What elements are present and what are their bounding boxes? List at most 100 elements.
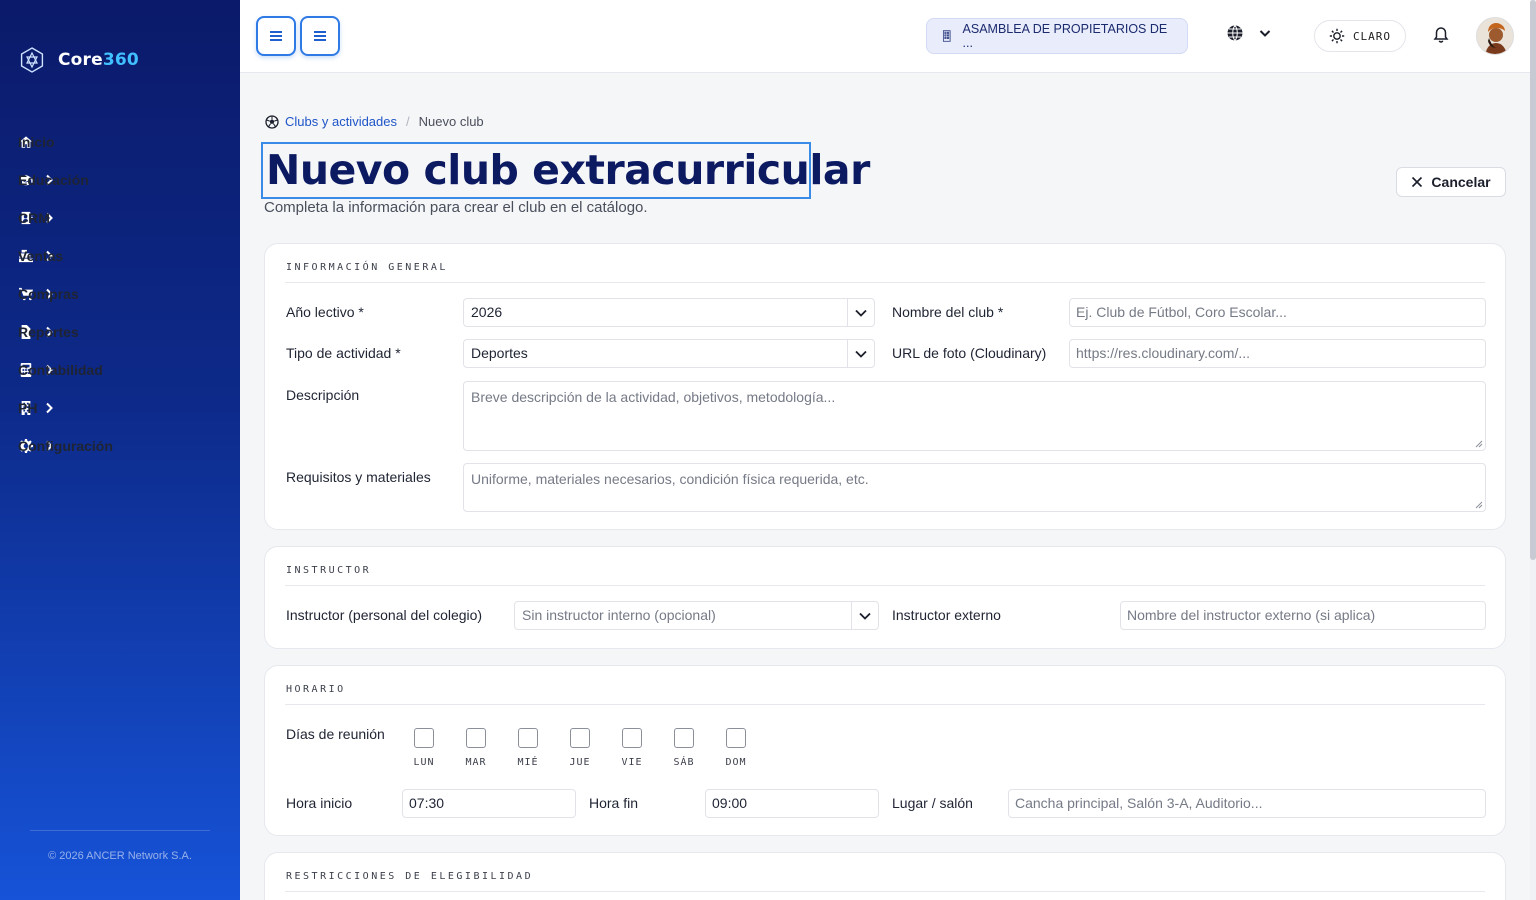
copyright: © 2026 ANCER Network S.A.	[48, 850, 192, 862]
day-label: MAR	[465, 757, 487, 768]
location-input[interactable]: Cancha principal, Salón 3-A, Auditorio..…	[1008, 789, 1486, 818]
day-label: JUE	[569, 757, 591, 768]
toggle-sidebar-button[interactable]	[256, 16, 296, 56]
sidebar-item-configuracion[interactable]: Configuración	[0, 427, 240, 465]
checkbox[interactable]	[414, 728, 434, 748]
checkbox[interactable]	[726, 728, 746, 748]
activity-type-value: Deportes	[471, 345, 528, 361]
day-checkbox-dom[interactable]: DOM	[716, 728, 756, 768]
breadcrumb-clubs-link[interactable]: Clubs y actividades	[285, 114, 397, 129]
breadcrumb-separator: /	[406, 114, 410, 129]
day-label: LUN	[413, 757, 435, 768]
external-instructor-input[interactable]: Nombre del instructor externo (si aplica…	[1120, 601, 1486, 630]
chevron-down-icon	[1259, 30, 1271, 37]
section-title: INSTRUCTOR	[286, 565, 372, 576]
checkbox[interactable]	[466, 728, 486, 748]
globe-icon	[1227, 25, 1243, 41]
section-title: HORARIO	[286, 684, 346, 695]
avatar[interactable]	[1476, 17, 1514, 55]
section-divider	[285, 704, 1485, 705]
resize-handle-icon[interactable]	[1475, 440, 1483, 448]
year-value: 2026	[471, 304, 503, 320]
instructor-card: INSTRUCTOR Instructor (personal del cole…	[264, 546, 1506, 649]
internal-instructor-select[interactable]: Sin instructor interno (opcional)	[514, 601, 879, 630]
page-subtitle: Completa la información para crear el cl…	[264, 199, 648, 216]
description-textarea[interactable]: Breve descripción de la actividad, objet…	[463, 381, 1486, 451]
schedule-card: HORARIO Días de reunión LUN MAR MIÉ JUE …	[264, 665, 1506, 836]
user-photo	[1477, 18, 1513, 54]
cancel-button[interactable]: Cancelar	[1396, 167, 1506, 197]
location-label: Lugar / salón	[892, 795, 973, 811]
activity-type-select[interactable]: Deportes	[463, 339, 875, 368]
checkbox[interactable]	[518, 728, 538, 748]
sidebar-item-label: Compras	[18, 286, 79, 302]
chevron-right-icon	[46, 402, 53, 414]
sun-icon	[1329, 28, 1345, 44]
language-selector[interactable]	[1226, 24, 1272, 42]
organization-name: ASAMBLEA DE PROPIETARIOS DE ...	[962, 22, 1168, 50]
sidebar-item-label: PH	[18, 400, 38, 416]
section-title: INFORMACIÓN GENERAL	[286, 262, 448, 273]
logo-icon	[20, 47, 44, 73]
day-label: VIE	[621, 757, 643, 768]
scrollbar-thumb[interactable]	[1530, 0, 1536, 560]
activity-type-label: Tipo de actividad *	[286, 345, 401, 361]
sidebar-item-compras[interactable]: Compras	[0, 275, 240, 313]
day-checkbox-lun[interactable]: LUN	[404, 728, 444, 768]
bell-icon[interactable]	[1432, 26, 1450, 44]
brand-name: Core360	[58, 50, 139, 70]
year-select[interactable]: 2026	[463, 298, 875, 327]
eligibility-card: RESTRICCIONES DE ELEGIBILIDAD	[264, 852, 1506, 900]
sidebar-item-label: Inicio	[18, 134, 55, 150]
sidebar-item-crm[interactable]: CRM	[0, 199, 240, 237]
end-time-input[interactable]: 09:00	[705, 789, 879, 818]
sidebar-item-ph[interactable]: PH	[0, 389, 240, 427]
close-icon	[1412, 176, 1423, 188]
theme-toggle[interactable]: CLARO	[1314, 20, 1406, 52]
building-icon	[942, 30, 951, 42]
day-checkbox-jue[interactable]: JUE	[560, 728, 600, 768]
sidebar-item-contabilidad[interactable]: Contabilidad	[0, 351, 240, 389]
requirements-label: Requisitos y materiales	[286, 469, 431, 485]
day-checkbox-sab[interactable]: SÁB	[664, 728, 704, 768]
chevron-down-icon	[859, 612, 871, 620]
day-checkbox-mie[interactable]: MIÉ	[508, 728, 548, 768]
day-label: MIÉ	[517, 757, 539, 768]
menu-button[interactable]	[300, 16, 340, 56]
day-checkbox-vie[interactable]: VIE	[612, 728, 652, 768]
section-divider	[285, 585, 1485, 586]
breadcrumb-current: Nuevo club	[418, 114, 484, 129]
requirements-textarea[interactable]: Uniforme, materiales necesarios, condici…	[463, 463, 1486, 512]
sidebar-item-reportes[interactable]: Reportes	[0, 313, 240, 351]
organization-selector[interactable]: ASAMBLEA DE PROPIETARIOS DE ...	[926, 18, 1188, 54]
checkbox[interactable]	[674, 728, 694, 748]
page-scrollbar[interactable]	[1530, 0, 1536, 900]
general-info-card: INFORMACIÓN GENERAL Año lectivo * 2026 N…	[264, 243, 1506, 530]
checkbox[interactable]	[570, 728, 590, 748]
end-time-label: Hora fin	[589, 795, 639, 811]
topbar: ASAMBLEA DE PROPIETARIOS DE ... CLARO	[240, 0, 1530, 73]
sidebar-item-label: Reportes	[18, 324, 79, 340]
brand-logo[interactable]: Core360	[18, 46, 139, 74]
sidebar-item-educacion[interactable]: Educación	[0, 161, 240, 199]
external-instructor-label: Instructor externo	[892, 607, 1001, 623]
resize-handle-icon[interactable]	[1475, 501, 1483, 509]
breadcrumb: Clubs y actividades / Nuevo club	[265, 114, 484, 129]
description-label: Descripción	[286, 387, 360, 403]
club-name-input[interactable]: Ej. Club de Fútbol, Coro Escolar...	[1069, 298, 1486, 327]
chevron-down-icon	[855, 309, 867, 317]
checkbox[interactable]	[622, 728, 642, 748]
sidebar-item-label: Ventas	[18, 248, 64, 264]
photo-url-input[interactable]: https://res.cloudinary.com/...	[1069, 339, 1486, 368]
menu-icon	[270, 31, 282, 41]
sidebar-item-inicio[interactable]: Inicio	[0, 123, 240, 161]
theme-label: CLARO	[1352, 29, 1392, 43]
day-label: DOM	[725, 757, 747, 768]
day-checkbox-mar[interactable]: MAR	[456, 728, 496, 768]
section-divider	[285, 891, 1485, 892]
photo-url-label: URL de foto (Cloudinary)	[892, 345, 1047, 361]
start-time-input[interactable]: 07:30	[402, 789, 576, 818]
sidebar-item-ventas[interactable]: Ventas	[0, 237, 240, 275]
section-title: RESTRICCIONES DE ELEGIBILIDAD	[286, 871, 534, 882]
sidebar-item-label: CRM	[18, 210, 50, 226]
